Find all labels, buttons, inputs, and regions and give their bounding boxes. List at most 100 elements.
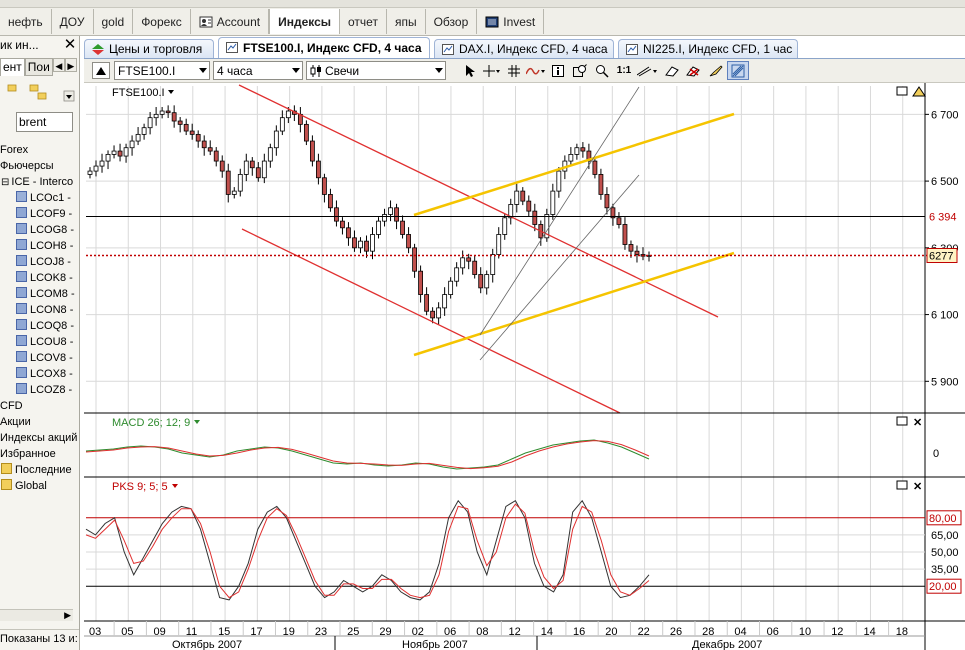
magnet-tool-button[interactable] <box>727 61 749 80</box>
candle-body <box>394 207 399 222</box>
workspace-tab-3[interactable]: Форекс <box>133 9 191 34</box>
maximize-icon[interactable] <box>896 480 908 490</box>
tree-item[interactable]: Global <box>0 478 79 494</box>
candle-body <box>604 194 610 209</box>
tree-item[interactable]: LCOJ8 - <box>0 254 79 270</box>
instrument-icon <box>16 271 27 282</box>
chart-type-select[interactable]: Свечи <box>306 61 446 80</box>
workspace-tab-6[interactable]: отчет <box>340 9 387 34</box>
tree-item[interactable]: Избранное <box>0 446 79 462</box>
chart-canvas[interactable]: 6 7006 5006 3006 1005 9006 3946277FTSE10… <box>84 83 965 650</box>
close-icon: ✕ <box>913 481 922 493</box>
chart-tab-3[interactable]: NI225.I, Индекс CFD, 1 час <box>618 39 798 58</box>
candle-body <box>478 274 484 289</box>
candle-body <box>622 224 628 245</box>
tree-item[interactable]: LCOG8 - <box>0 222 79 238</box>
delete-objects-button[interactable] <box>683 61 705 80</box>
crosshair-tool-button[interactable] <box>481 61 503 80</box>
workspace-tab-4[interactable]: Account <box>191 9 270 34</box>
grid-tool-button[interactable] <box>503 61 525 80</box>
chart-tab-2[interactable]: DAX.I, Индекс CFD, 4 часа <box>434 39 614 58</box>
folder-icon <box>7 84 17 92</box>
x-tick-label: 10 <box>799 626 811 638</box>
x-tick-label: 25 <box>347 626 359 638</box>
tab-instruments[interactable]: ент <box>0 58 25 76</box>
tree-item[interactable]: LCOF9 - <box>0 206 79 222</box>
tree-item[interactable]: CFD <box>0 398 79 414</box>
workspace-tab-2[interactable]: gold <box>94 9 134 34</box>
timeframe-select[interactable]: 4 часа <box>213 61 303 80</box>
zoom-button[interactable] <box>591 61 613 80</box>
candle-body <box>225 170 231 195</box>
candle-body <box>249 160 255 169</box>
tree-item[interactable]: LCON8 - <box>0 302 79 318</box>
candle-body <box>448 280 454 295</box>
workspace-tab-0[interactable]: нефть <box>0 9 52 34</box>
macd-zero-label: 0 <box>933 448 939 460</box>
line-tool-button[interactable] <box>635 61 661 80</box>
zoom-window-button[interactable] <box>569 61 591 80</box>
indicator-tool-button[interactable] <box>525 61 547 80</box>
workspace-tab-1[interactable]: ДОУ <box>52 9 94 34</box>
tree-item[interactable]: ⊟ ICE - Interco <box>0 174 79 190</box>
chevron-down-icon <box>292 68 300 73</box>
trend-line-icon <box>637 66 657 76</box>
x-tick-label: 14 <box>541 626 553 638</box>
tree-item-label: Фьючерсы <box>0 160 54 172</box>
invest-icon <box>485 16 499 27</box>
tree-item[interactable]: LCOQ8 - <box>0 318 79 334</box>
tree-item[interactable]: Индексы акций <box>0 430 79 446</box>
chevron-right-icon[interactable]: ▶ <box>64 610 71 621</box>
tab-search[interactable]: Пои <box>24 58 53 76</box>
candle-body <box>400 220 405 235</box>
tree-item[interactable]: LCOZ8 - <box>0 382 79 398</box>
zoom-reset-button[interactable]: 1:1 <box>613 61 635 80</box>
search-input[interactable]: brent <box>16 112 73 132</box>
instrument-icon <box>16 239 27 250</box>
maximize-icon[interactable] <box>896 416 908 426</box>
cursor-tool-button[interactable] <box>459 61 481 80</box>
eraser-tool-button[interactable] <box>661 61 683 80</box>
info-tool-button[interactable] <box>547 61 569 80</box>
close-icon[interactable]: ✕ <box>63 37 77 52</box>
chevron-right-icon[interactable]: ▶ <box>64 58 77 72</box>
candle-body <box>556 170 562 192</box>
tree-item[interactable]: Последние <box>0 462 79 478</box>
folder-icon <box>29 84 39 92</box>
workspace-tab-5[interactable]: Индексы <box>269 9 341 34</box>
workspace-tab-label: нефть <box>8 14 43 29</box>
chart-area: 6 7006 5006 3006 1005 9006 3946277FTSE10… <box>84 83 965 650</box>
y-tick-label: 6 500 <box>931 176 959 188</box>
maximize-icon[interactable] <box>896 86 908 96</box>
x-tick-label: 09 <box>154 626 166 638</box>
tree-item[interactable]: LCOM8 - <box>0 286 79 302</box>
tree-item[interactable]: Акции <box>0 414 79 430</box>
collapse-button[interactable] <box>92 62 110 79</box>
tree-item[interactable]: LCOK8 - <box>0 270 79 286</box>
object-tool-button[interactable] <box>705 61 727 80</box>
tree-item[interactable]: LCOH8 - <box>0 238 79 254</box>
workspace-tab-8[interactable]: Обзор <box>426 9 478 34</box>
x-tick-label: 19 <box>283 626 295 638</box>
tree-item[interactable]: LCOU8 - <box>0 334 79 350</box>
chart-tab-1[interactable]: FTSE100.I, Индекс CFD, 4 часа <box>218 37 430 58</box>
candle-body <box>255 167 261 179</box>
workspace-tab-9[interactable]: Invest <box>477 9 545 34</box>
collapse-icon[interactable]: ⊟ <box>1 177 9 188</box>
tree-item[interactable]: Forex <box>0 142 79 158</box>
candle-body <box>328 194 333 209</box>
tree-item[interactable]: LCOX8 - <box>0 366 79 382</box>
tree-item[interactable]: LCOV8 - <box>0 350 79 366</box>
chart-tab-0[interactable]: Цены и торговля <box>84 39 214 58</box>
tree-item[interactable]: Фьючерсы <box>0 158 79 174</box>
folder-icon <box>1 463 12 474</box>
tree-item[interactable]: LCOc1 - <box>0 190 79 206</box>
candle-body <box>279 117 285 132</box>
workspace-tabs: нефть ДОУ gold Форекс Account Индексы отчет япы… <box>0 9 545 35</box>
candle-body <box>207 147 213 152</box>
candle-body <box>580 147 586 152</box>
chevron-left-icon[interactable]: ◀ <box>52 58 65 72</box>
workspace-tab-7[interactable]: япы <box>387 9 426 34</box>
horizontal-scrollbar[interactable]: ▶ <box>0 609 73 621</box>
symbol-select[interactable]: FTSE100.I <box>114 61 210 80</box>
